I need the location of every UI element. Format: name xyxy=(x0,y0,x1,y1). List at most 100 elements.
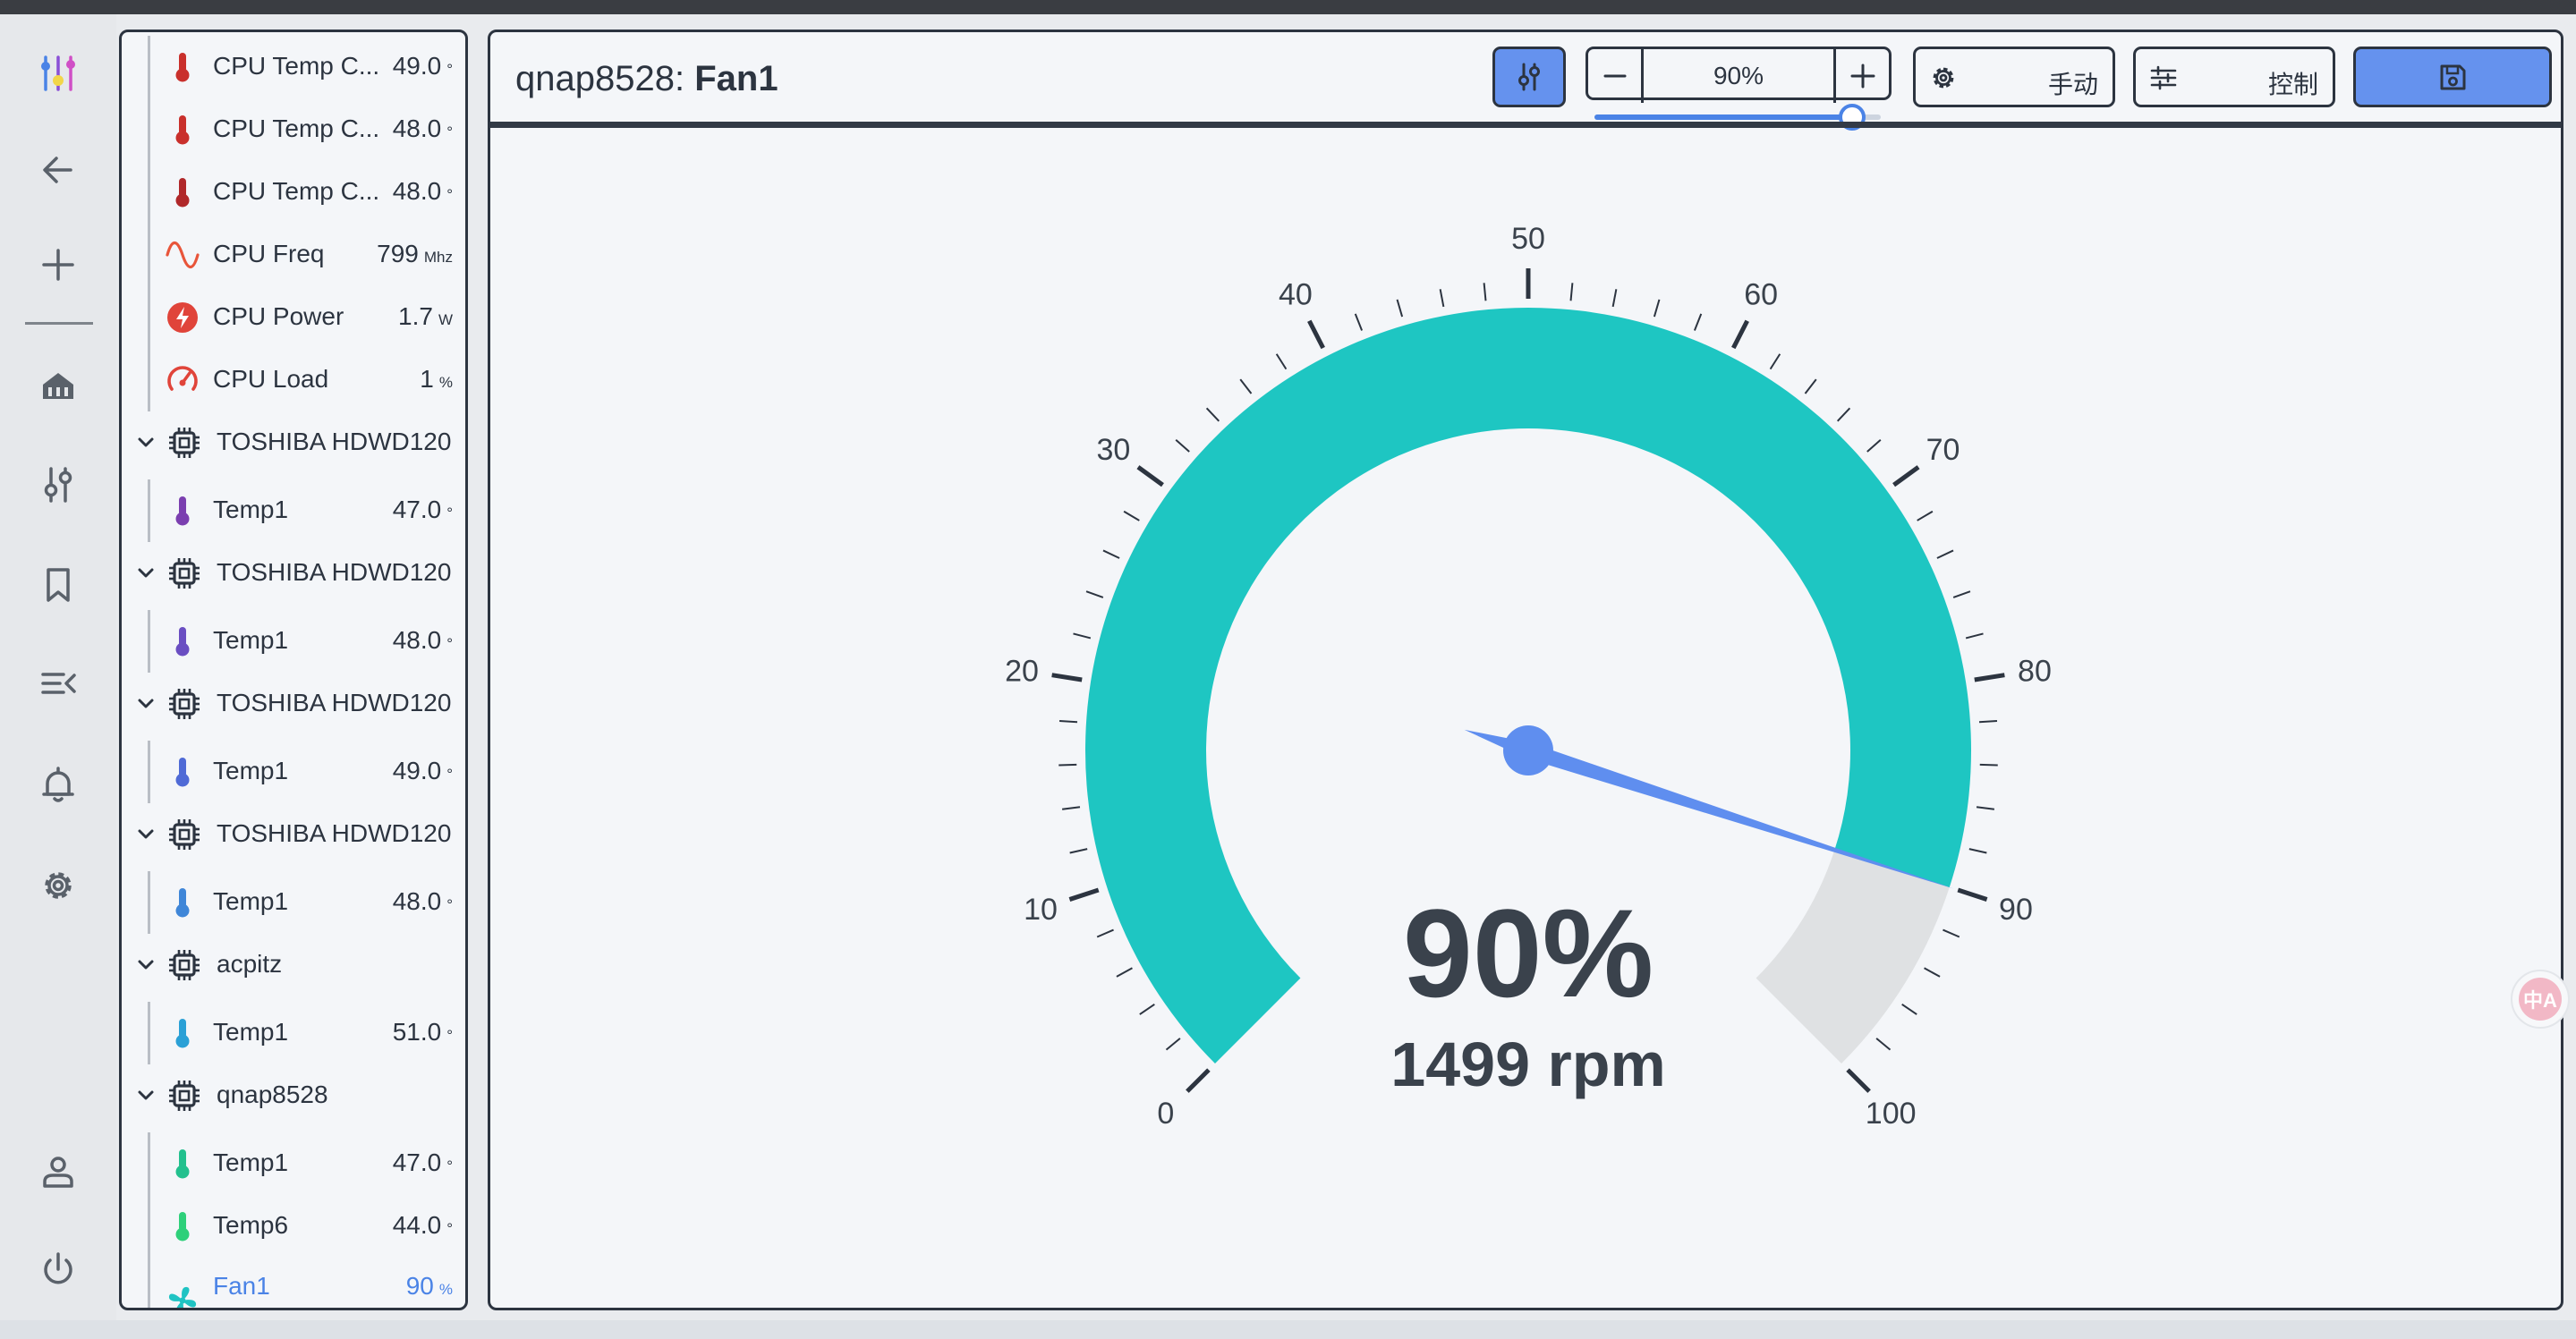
home-button[interactable] xyxy=(30,358,87,415)
speed-stepper: 90% xyxy=(1586,47,1892,131)
menu-collapse-button[interactable] xyxy=(30,655,87,712)
gauge-rpm: 1499 rpm xyxy=(1390,1030,1665,1099)
sensor-item[interactable]: CPU Temp C... 49.0 ° xyxy=(122,36,465,98)
sensor-item[interactable]: Temp1 49.0 ° xyxy=(122,741,465,803)
increase-button[interactable] xyxy=(1833,49,1889,103)
chevron-down-icon[interactable] xyxy=(132,952,159,979)
minor-tick xyxy=(1354,313,1364,331)
major-tick xyxy=(1892,465,1920,487)
sensor-item-fan1[interactable]: Fan190%90%1499rpm xyxy=(122,1258,465,1308)
value-unit: ° xyxy=(446,1220,453,1237)
sensor-item[interactable]: Temp1 47.0 ° xyxy=(122,479,465,542)
sliders-logo-icon xyxy=(41,55,75,91)
group-name: TOSHIBA HDWD120 xyxy=(217,819,452,847)
tick-label: 50 xyxy=(1511,222,1545,256)
tree-line xyxy=(148,1002,150,1064)
minor-tick xyxy=(1058,720,1078,724)
tree-line xyxy=(148,98,150,161)
gear-icon xyxy=(45,872,72,899)
mode-button[interactable]: 手动 xyxy=(1913,47,2115,107)
sensor-value: 1% xyxy=(420,365,453,394)
curve-button[interactable] xyxy=(1492,47,1566,107)
tick-label: 80 xyxy=(2018,654,2052,688)
sensor-group[interactable]: TOSHIBA HDWD120 xyxy=(122,542,465,605)
app-logo-icon[interactable] xyxy=(30,45,87,102)
speed-value-input[interactable]: 90% xyxy=(1644,62,1833,90)
value-number: 48.0 xyxy=(392,114,442,142)
sensor-value: 49.0 ° xyxy=(393,52,453,81)
sensor-group[interactable]: acpitz xyxy=(122,934,465,996)
translate-bubble[interactable]: 中A xyxy=(2511,970,2570,1029)
sensor-group[interactable]: TOSHIBA HDWD120 xyxy=(122,411,465,474)
minor-tick xyxy=(1965,632,1984,640)
decrease-button[interactable] xyxy=(1588,49,1644,103)
nav-rail xyxy=(0,14,116,1320)
save-button[interactable] xyxy=(2353,47,2552,107)
sensor-group[interactable]: TOSHIBA HDWD120 xyxy=(122,803,465,866)
back-button[interactable] xyxy=(30,141,87,199)
chip-icon xyxy=(169,819,200,850)
bookmark-button[interactable] xyxy=(30,556,87,614)
sensor-name: CPU Temp C... xyxy=(213,114,380,142)
thermometer-icon xyxy=(175,888,190,918)
power-button[interactable] xyxy=(30,1242,87,1299)
settings-button[interactable] xyxy=(30,857,87,914)
minor-tick xyxy=(1073,632,1092,640)
minor-tick xyxy=(1901,1004,1917,1015)
sensor-value: 44.0 ° xyxy=(393,1211,453,1240)
value-unit: ° xyxy=(446,766,453,783)
sensor-item[interactable]: CPU Temp C... 48.0 ° xyxy=(122,161,465,224)
sensor-name: Temp1 xyxy=(213,626,289,654)
thermometer-icon xyxy=(175,1149,190,1179)
minor-tick xyxy=(1396,299,1404,318)
window-top-bar xyxy=(0,0,2576,14)
minor-tick xyxy=(1165,1038,1181,1051)
chevron-down-icon[interactable] xyxy=(132,821,159,848)
sensor-item[interactable]: CPU Load 1% xyxy=(122,349,465,411)
value-number: 51.0 xyxy=(392,1018,442,1046)
mode-label: 手动 xyxy=(2047,71,2098,98)
tree-line xyxy=(148,1195,150,1258)
control-button[interactable]: 控制 xyxy=(2133,47,2335,107)
chevron-down-icon[interactable] xyxy=(132,429,159,456)
sensor-item[interactable]: Temp1 48.0 ° xyxy=(122,871,465,934)
sensor-item[interactable]: Temp6 44.0 ° xyxy=(122,1195,465,1258)
chevron-down-icon[interactable] xyxy=(132,1082,159,1109)
sensor-group[interactable]: TOSHIBA HDWD120 xyxy=(122,673,465,735)
sensor-item[interactable]: CPU Freq 799 Mhz xyxy=(122,224,465,286)
minor-tick xyxy=(1943,928,1960,938)
sensor-value: 51.0 ° xyxy=(393,1018,453,1047)
tune-button[interactable] xyxy=(30,456,87,513)
tick-label: 40 xyxy=(1279,277,1313,311)
sensor-icon xyxy=(165,300,200,335)
sensor-item[interactable]: CPU Power 1.7 W xyxy=(122,286,465,349)
sensor-group[interactable]: qnap8528 xyxy=(122,1064,465,1127)
value-number: 90 xyxy=(405,1272,434,1300)
speed-slider[interactable] xyxy=(1594,104,1881,131)
sensor-item[interactable]: Temp1 51.0 ° xyxy=(122,1002,465,1064)
sensor-value: 49.0 ° xyxy=(393,757,453,785)
minor-tick xyxy=(1275,353,1288,370)
stepper-box: 90% xyxy=(1586,47,1892,103)
sensor-icon xyxy=(165,1208,200,1244)
major-tick xyxy=(1846,1068,1871,1093)
chevron-down-icon[interactable] xyxy=(132,560,159,587)
notifications-button[interactable] xyxy=(30,757,87,814)
user-button[interactable] xyxy=(30,1143,87,1200)
value-number: 1 xyxy=(420,365,434,393)
major-tick xyxy=(1068,887,1100,902)
tree-line xyxy=(148,610,150,673)
gear-icon xyxy=(1933,67,1954,89)
add-button[interactable] xyxy=(30,236,87,293)
sensor-item[interactable]: CPU Temp C... 48.0 ° xyxy=(122,98,465,161)
sensor-item[interactable]: Temp1 48.0 ° xyxy=(122,610,465,673)
chip-icon xyxy=(169,689,200,719)
tree-line xyxy=(148,741,150,803)
page-title: qnap8528: Fan1 xyxy=(515,59,778,99)
app-window: CPU Temp C... 49.0 ° CPU Temp C... 48.0 ° CPU … xyxy=(0,0,2576,1339)
sensor-item[interactable]: Temp1 47.0 ° xyxy=(122,1132,465,1195)
tune-icon xyxy=(44,467,72,503)
tick-label: 20 xyxy=(1005,654,1039,688)
minor-tick xyxy=(1483,283,1487,301)
chevron-down-icon[interactable] xyxy=(132,691,159,717)
